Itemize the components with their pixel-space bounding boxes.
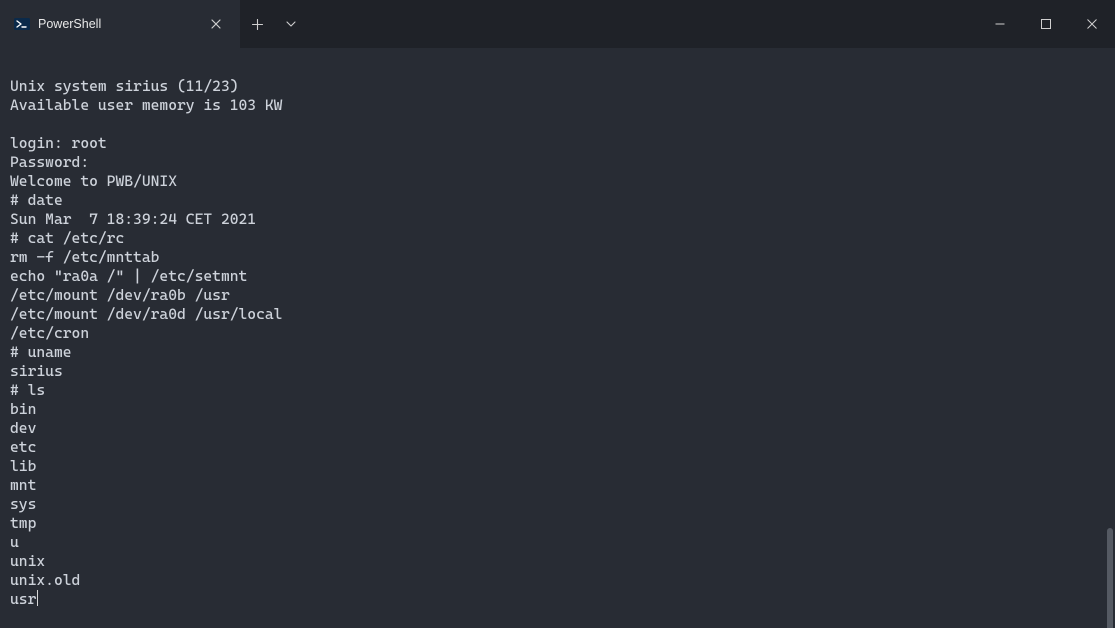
terminal-line: # uname — [10, 343, 72, 361]
terminal-line: # ls — [10, 381, 45, 399]
terminal-viewport[interactable]: Unix system sirius (11/23) Available use… — [0, 48, 1115, 628]
terminal-line: Available user memory is 103 KW — [10, 96, 282, 114]
close-tab-button[interactable] — [202, 10, 230, 38]
terminal-line: u — [10, 533, 19, 551]
terminal-line: sirius — [10, 362, 63, 380]
tab-dropdown-button[interactable] — [274, 0, 308, 48]
terminal-line: Welcome to PWB/UNIX — [10, 172, 177, 190]
tab-powershell[interactable]: PowerShell — [0, 0, 240, 48]
terminal-line: mnt — [10, 476, 36, 494]
titlebar-drag-area[interactable] — [308, 0, 977, 48]
terminal-line: Unix system sirius (11/23) — [10, 77, 239, 95]
terminal-line: lib — [10, 457, 36, 475]
powershell-icon — [14, 16, 30, 32]
terminal-line: tmp — [10, 514, 36, 532]
terminal-line: login: root — [10, 134, 107, 152]
terminal-line: usr — [10, 590, 36, 608]
terminal-line: unix — [10, 552, 45, 570]
cursor — [37, 590, 38, 606]
new-tab-button[interactable] — [240, 0, 274, 48]
terminal-line: # cat /etc/rc — [10, 229, 124, 247]
titlebar: PowerShell — [0, 0, 1115, 48]
tab-actions — [240, 0, 308, 48]
terminal-line: echo "ra0a /" | /etc/setmnt — [10, 267, 247, 285]
terminal-line: /etc/mount /dev/ra0b /usr — [10, 286, 230, 304]
terminal-line: dev — [10, 419, 36, 437]
terminal-line: Sun Mar 7 18:39:24 CET 2021 — [10, 210, 256, 228]
terminal-line: /etc/mount /dev/ra0d /usr/local — [10, 305, 282, 323]
tab-title: PowerShell — [38, 17, 174, 31]
close-window-button[interactable] — [1069, 0, 1115, 48]
scrollbar-thumb[interactable] — [1107, 528, 1113, 628]
terminal-line: Password: — [10, 153, 89, 171]
maximize-button[interactable] — [1023, 0, 1069, 48]
terminal-line: bin — [10, 400, 36, 418]
minimize-button[interactable] — [977, 0, 1023, 48]
terminal-line: rm -f /etc/mnttab — [10, 248, 159, 266]
window-controls — [977, 0, 1115, 48]
terminal-line: # date — [10, 191, 63, 209]
terminal-line: etc — [10, 438, 36, 456]
terminal-line: unix.old — [10, 571, 80, 589]
terminal-line: sys — [10, 495, 36, 513]
terminal-line: /etc/cron — [10, 324, 89, 342]
